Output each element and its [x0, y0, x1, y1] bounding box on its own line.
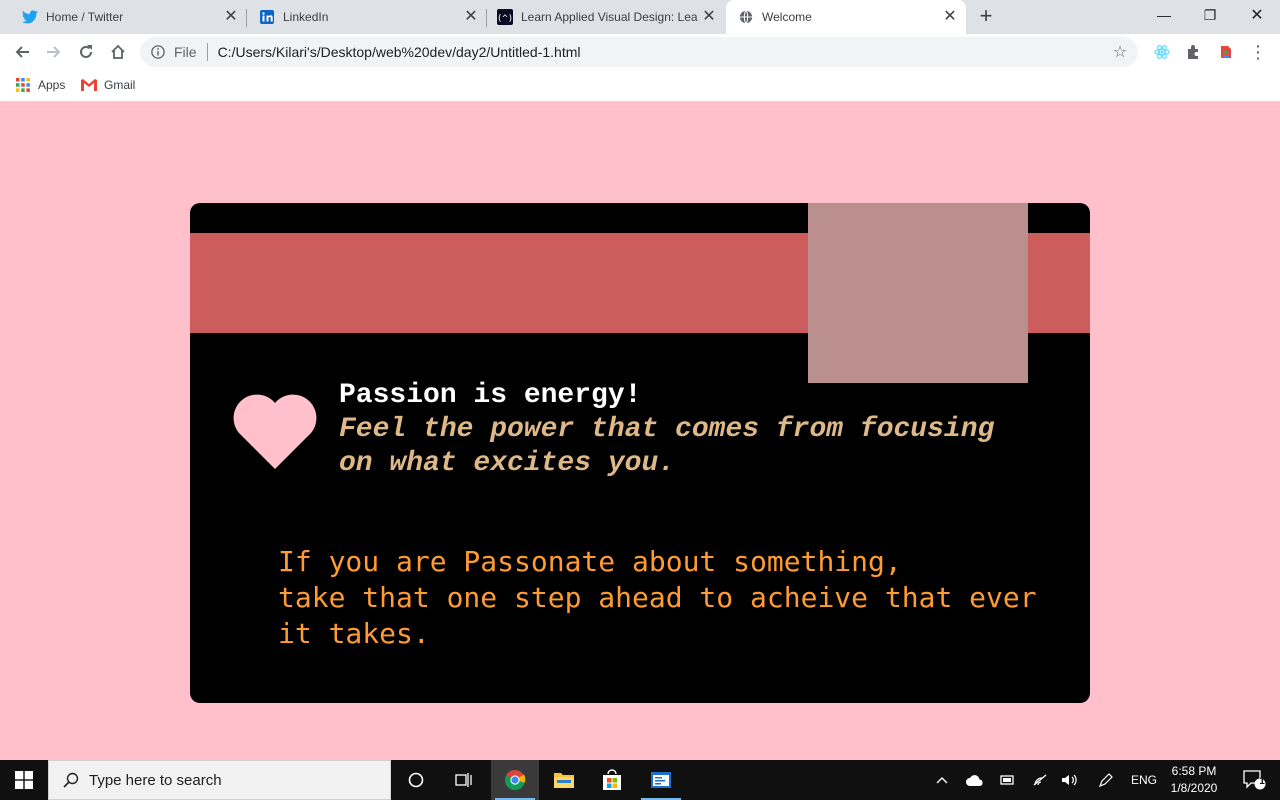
- language-indicator[interactable]: ENG: [1128, 760, 1160, 800]
- info-icon[interactable]: [150, 44, 166, 60]
- cortana-circle-icon: [408, 772, 424, 788]
- reload-icon: [80, 45, 92, 58]
- cortana-button[interactable]: [392, 760, 440, 800]
- task-view-icon: [455, 773, 472, 787]
- extensions-puzzle-icon[interactable]: [1184, 42, 1204, 62]
- card-body-text: If you are Passonate about something, tak…: [278, 544, 1068, 652]
- tab-freecodecamp[interactable]: (^) Learn Applied Visual Design: Lea ✕: [475, 0, 725, 34]
- passion-card: Passion is energy! Feel the power that c…: [190, 203, 1090, 703]
- wifi-icon: [1033, 774, 1047, 786]
- store-bag-icon: [603, 769, 621, 790]
- tab-title: Home / Twitter: [46, 10, 124, 24]
- battery-tray-button[interactable]: [995, 760, 1019, 800]
- subheading-line-1: Feel the power that comes from focusing: [339, 414, 995, 445]
- gmail-icon: [81, 77, 97, 93]
- notification-count: 1: [1259, 776, 1265, 787]
- app-window-icon: [651, 772, 671, 788]
- clock[interactable]: 6:58 PM 1/8/2020: [1164, 763, 1224, 797]
- address-bar[interactable]: File C:/Users/Kilari's/Desktop/web%20dev…: [140, 37, 1138, 67]
- battery-icon: [1000, 775, 1014, 785]
- apps-grid-icon: [15, 77, 31, 93]
- card-subheading: Feel the power that comes from focusing o…: [339, 413, 1059, 481]
- body-line-1: If you are Passonate about something,: [278, 545, 902, 578]
- card-heading: Passion is energy!: [339, 380, 642, 411]
- svg-text:(^): (^): [497, 14, 513, 24]
- folder-icon: [554, 773, 574, 788]
- freecodecamp-icon: (^): [497, 9, 513, 25]
- page-viewport: Passion is energy! Feel the power that c…: [0, 102, 1280, 760]
- profile-extension-icon[interactable]: [1216, 42, 1236, 62]
- bookmark-label: Gmail: [104, 78, 136, 92]
- taskbar-search-box[interactable]: Type here to search: [48, 760, 391, 800]
- bookmark-label: Apps: [38, 78, 66, 92]
- minimize-button[interactable]: —: [1141, 0, 1187, 30]
- taskbar: Type here to search ENG 6:58 PM 1/8/2020…: [0, 760, 1280, 800]
- divider: [206, 43, 208, 61]
- clock-date: 1/8/2020: [1170, 781, 1218, 795]
- editor-taskbar-button[interactable]: [637, 760, 685, 800]
- tab-linkedin[interactable]: LinkedIn ✕: [237, 0, 487, 34]
- tab-title: Learn Applied Visual Design: Lea: [521, 10, 698, 24]
- tab-strip: Home / Twitter ✕ LinkedIn ✕ (^) Learn Ap…: [0, 0, 1280, 34]
- chrome-taskbar-button[interactable]: [491, 760, 539, 800]
- volume-tray-button[interactable]: [1058, 760, 1082, 800]
- close-tab-icon[interactable]: ✕: [942, 9, 958, 25]
- forward-button[interactable]: [42, 40, 66, 64]
- forward-arrow-icon: [47, 46, 61, 58]
- back-button[interactable]: [10, 40, 34, 64]
- home-icon: [111, 44, 125, 59]
- store-button[interactable]: [588, 760, 636, 800]
- bookmarks-bar: Apps Gmail: [0, 70, 1280, 102]
- cloud-icon: [966, 775, 983, 786]
- react-devtools-icon[interactable]: [1152, 42, 1172, 62]
- body-line-3: it takes.: [278, 617, 430, 650]
- tab-twitter[interactable]: Home / Twitter ✕: [0, 0, 247, 34]
- search-icon: [61, 770, 81, 790]
- bookmark-apps[interactable]: Apps: [15, 77, 65, 93]
- chrome-icon: [504, 770, 526, 791]
- file-explorer-button[interactable]: [540, 760, 588, 800]
- clock-time: 6:58 PM: [1171, 764, 1217, 778]
- scheme-label: File: [174, 44, 197, 60]
- windows-logo-icon: [15, 771, 33, 789]
- reload-button[interactable]: [74, 40, 98, 64]
- bookmark-gmail[interactable]: Gmail: [81, 77, 135, 93]
- speaker-icon: [1062, 774, 1077, 786]
- show-hidden-icons-button[interactable]: [930, 760, 954, 800]
- restore-button[interactable]: ❐: [1187, 0, 1233, 30]
- globe-icon: [738, 9, 754, 25]
- close-tab-icon[interactable]: ✕: [701, 9, 717, 25]
- pen-workspace-button[interactable]: [1094, 760, 1118, 800]
- back-arrow-icon: [15, 46, 29, 58]
- url-text[interactable]: C:/Users/Kilari's/Desktop/web%20dev/day2…: [218, 44, 1110, 60]
- pen-icon: [1098, 773, 1113, 788]
- start-button[interactable]: [0, 760, 48, 800]
- new-tab-button[interactable]: +: [975, 5, 997, 28]
- search-placeholder: Type here to search: [89, 771, 222, 789]
- close-window-button[interactable]: ✕: [1234, 0, 1280, 30]
- menu-kebab-icon[interactable]: ⋮: [1248, 42, 1268, 62]
- tab-title: Welcome: [762, 10, 812, 24]
- browser-toolbar: File C:/Users/Kilari's/Desktop/web%20dev…: [0, 34, 1280, 70]
- linkedin-icon: [259, 9, 275, 25]
- bookmark-star-icon[interactable]: ☆: [1110, 42, 1130, 62]
- wifi-tray-button[interactable]: [1028, 760, 1052, 800]
- action-center-button[interactable]: 1: [1234, 760, 1274, 800]
- tab-title: LinkedIn: [283, 10, 329, 24]
- chevron-up-icon: [936, 777, 948, 784]
- body-line-2: take that one step ahead to acheive that…: [278, 581, 1037, 614]
- heart-icon: [233, 394, 317, 469]
- home-button[interactable]: [106, 40, 130, 64]
- task-view-button[interactable]: [440, 760, 488, 800]
- onedrive-tray-button[interactable]: [962, 760, 988, 800]
- subheading-line-2: on what excites you.: [339, 448, 676, 479]
- card-square: [808, 203, 1028, 383]
- tab-welcome[interactable]: Welcome ✕: [726, 0, 966, 34]
- twitter-icon: [22, 9, 38, 25]
